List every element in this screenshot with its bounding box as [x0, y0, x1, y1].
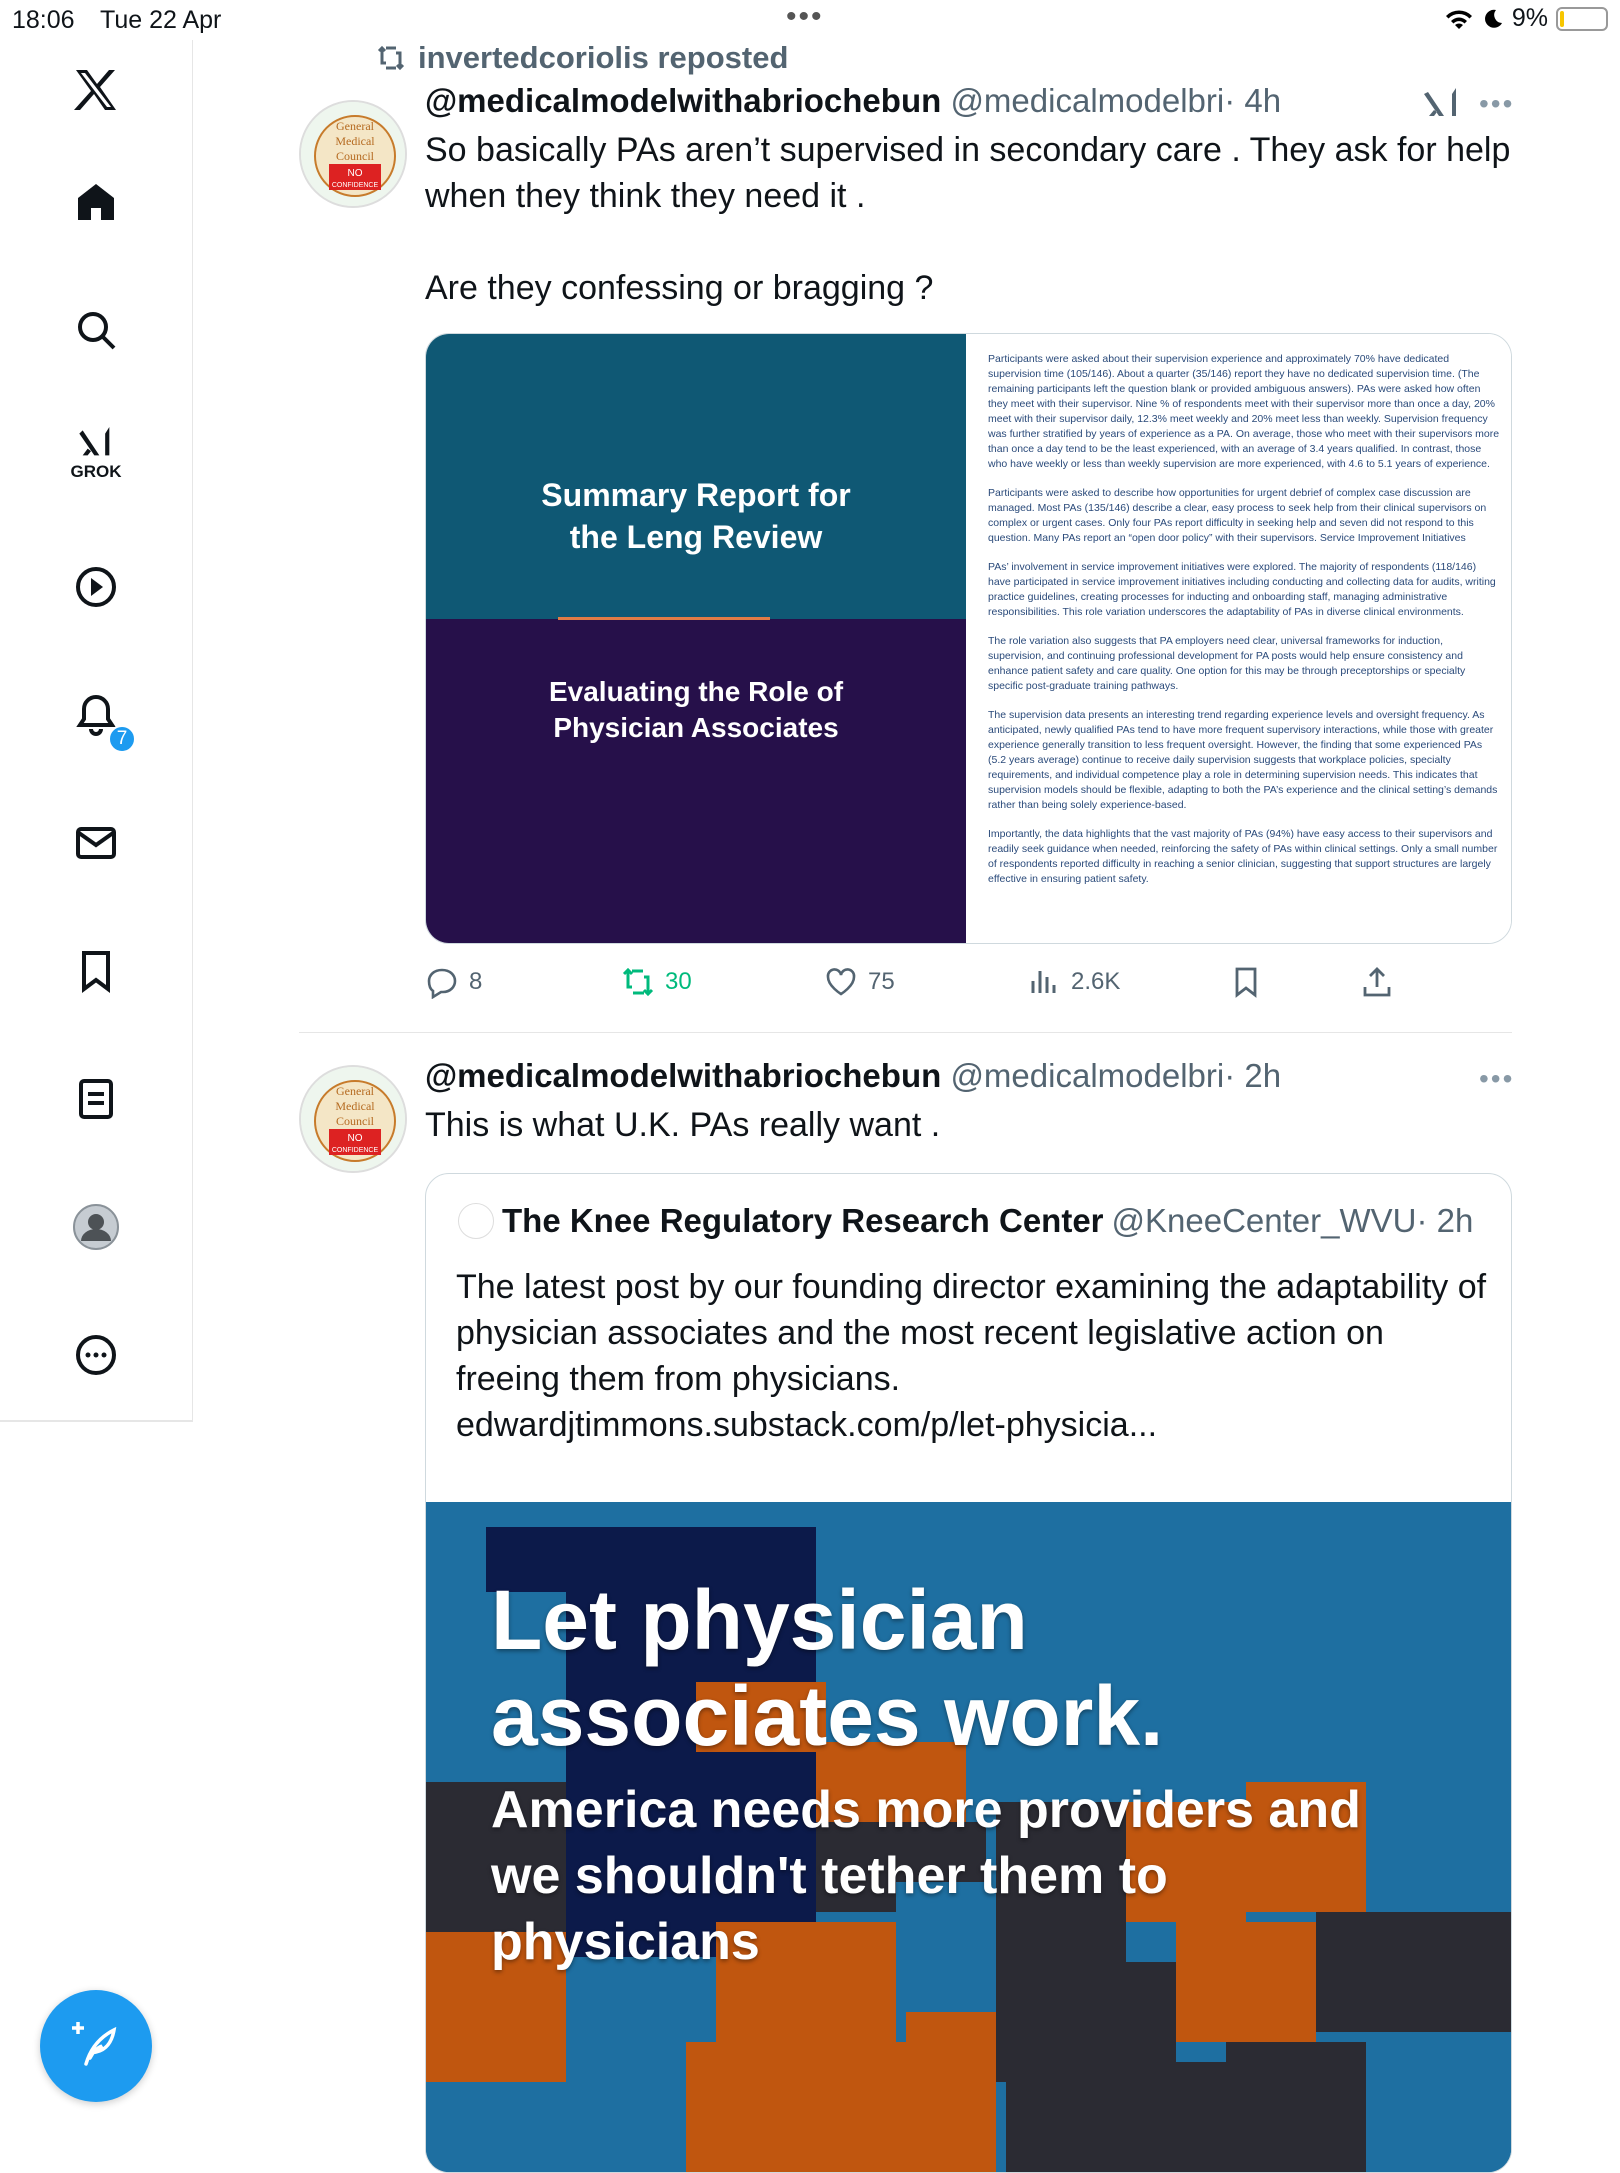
avatar-word: CONFIDENCE — [332, 182, 379, 189]
reply-button[interactable]: 8 — [425, 965, 482, 999]
views-button[interactable]: 2.6K — [1027, 965, 1120, 999]
share-icon — [1363, 967, 1391, 997]
report-paragraph: Participants were asked about their supe… — [988, 353, 1500, 470]
quoted-author-name: The Knee Regulatory Research Center — [502, 1202, 1104, 1239]
battery-percent: 9% — [1511, 4, 1548, 32]
notification-count-badge: 7 — [108, 725, 136, 753]
report-cover-image: Summary Report for the Leng Review Evalu… — [426, 334, 966, 943]
quoted-post[interactable]: The Knee Regulatory Research Center @Kne… — [425, 1173, 1512, 2173]
bookmark-icon — [1235, 967, 1257, 998]
quoted-post-image[interactable]: Let physician associates work. America n… — [426, 1502, 1511, 2172]
quoted-post-time: · 2h — [1416, 1202, 1474, 1239]
battery-icon — [1556, 6, 1608, 31]
post-text: So basically PAs aren’t supervised in se… — [425, 131, 1511, 307]
report-paragraph: PAs’ involvement in service improvement … — [988, 561, 1496, 618]
profile-avatar-icon[interactable] — [64, 1195, 128, 1259]
heart-icon — [826, 968, 856, 996]
post-header: @medicalmodelwithabriochebun @medicalmod… — [425, 82, 1281, 120]
avatar-word: Medical — [335, 1099, 375, 1113]
quoted-author-handle: @KneeCenter_WVU — [1111, 1202, 1417, 1239]
image-subheadline: America needs more providers and we shou… — [491, 1781, 1361, 1971]
more-options-icon[interactable] — [64, 1323, 128, 1387]
grok-label: GROK — [70, 462, 122, 481]
grok-explain-icon[interactable] — [1424, 84, 1460, 120]
status-date: Tue 22 Apr — [100, 6, 222, 34]
avatar-word: CONFIDENCE — [332, 1147, 379, 1154]
repost-label: invertedcoriolis reposted — [418, 40, 789, 75]
home-icon[interactable] — [64, 170, 128, 234]
moon-icon — [1484, 9, 1502, 28]
report-paragraph: The role variation also suggests that PA… — [988, 635, 1466, 692]
post-time[interactable]: · 2h — [1224, 1057, 1281, 1094]
post-time[interactable]: · 4h — [1224, 82, 1281, 119]
report-cover-title: Summary Report for the Leng Review — [541, 477, 851, 555]
post-actions: 8 30 75 2.6K — [425, 965, 1512, 1005]
repost-indicator[interactable]: invertedcoriolis reposted — [376, 40, 788, 76]
like-button[interactable]: 75 — [824, 965, 895, 999]
search-icon[interactable] — [64, 298, 128, 362]
post-media[interactable]: Summary Report for the Leng Review Evalu… — [425, 333, 1512, 944]
repost-icon — [377, 45, 405, 71]
post-divider — [299, 1032, 1512, 1033]
post-more-icon[interactable]: ••• — [1479, 1063, 1514, 1095]
like-count: 75 — [868, 968, 895, 995]
view-count: 2.6K — [1071, 968, 1121, 995]
post-header: @medicalmodelwithabriochebun @medicalmod… — [425, 1057, 1281, 1095]
image-headline: Let physician associates work. — [491, 1573, 1164, 1763]
author-name[interactable]: @medicalmodelwithabriochebun — [425, 1057, 941, 1094]
repost-count: 30 — [665, 968, 692, 995]
quoted-post-text: The latest post by our founding director… — [456, 1268, 1487, 1444]
reply-icon — [427, 968, 457, 999]
report-paragraph: The supervision data presents an interes… — [988, 709, 1498, 811]
author-handle[interactable]: @medicalmodelbri — [950, 82, 1224, 119]
share-button[interactable] — [1360, 965, 1394, 999]
author-handle[interactable]: @medicalmodelbri — [950, 1057, 1224, 1094]
avatar-word: General — [336, 119, 375, 133]
post-text: This is what U.K. PAs really want . — [425, 1106, 941, 1144]
lists-icon[interactable] — [64, 1067, 128, 1131]
report-cover-subtitle: Evaluating the Role of Physician Associa… — [548, 676, 844, 743]
reply-count: 8 — [469, 968, 483, 995]
author-name[interactable]: @medicalmodelwithabriochebun — [425, 82, 941, 119]
sidebar-divider — [0, 1420, 193, 1422]
quoted-author-avatar — [458, 1203, 494, 1239]
sidebar: GROK 7 — [0, 40, 193, 1422]
report-paragraph: Participants were asked to describe how … — [988, 487, 1487, 544]
report-page-image: Participants were asked about their supe… — [966, 334, 1511, 943]
wifi-icon — [1445, 9, 1472, 29]
bookmark-button[interactable] — [1229, 965, 1263, 999]
repost-button[interactable]: 30 — [621, 965, 692, 999]
status-time: 18:06 — [12, 6, 75, 34]
avatar-word: NO — [348, 168, 363, 179]
bookmark-icon[interactable] — [64, 939, 128, 1003]
compose-post-button[interactable] — [40, 1990, 152, 2102]
avatar-word: Medical — [335, 134, 375, 148]
quoted-post-header: The Knee Regulatory Research Center @Kne… — [458, 1202, 1473, 1240]
x-logo-icon[interactable] — [64, 58, 128, 122]
report-paragraph: Importantly, the data highlights that th… — [988, 828, 1498, 885]
mail-icon[interactable] — [64, 811, 128, 875]
multitask-dots[interactable]: ••• — [786, 0, 824, 34]
author-avatar[interactable]: General Medical Council NO CONFIDENCE — [299, 1065, 407, 1173]
avatar-word: NO — [348, 1133, 363, 1144]
avatar-word: Council — [336, 1114, 375, 1128]
grok-icon[interactable]: GROK — [64, 420, 128, 484]
avatar-word: General — [336, 1084, 375, 1098]
status-bar: 18:06 Tue 22 Apr ••• 9% — [0, 0, 1620, 40]
avatar-word: Council — [336, 149, 375, 163]
views-icon — [1031, 971, 1056, 993]
post-more-icon[interactable]: ••• — [1479, 88, 1514, 120]
compose-feather-icon — [72, 2022, 117, 2066]
video-icon[interactable] — [64, 555, 128, 619]
author-avatar[interactable]: General Medical Council NO CONFIDENCE — [299, 100, 407, 208]
timeline: invertedcoriolis reposted General Medica… — [194, 40, 1620, 2173]
repost-icon — [622, 967, 654, 997]
cover-divider — [558, 617, 770, 620]
